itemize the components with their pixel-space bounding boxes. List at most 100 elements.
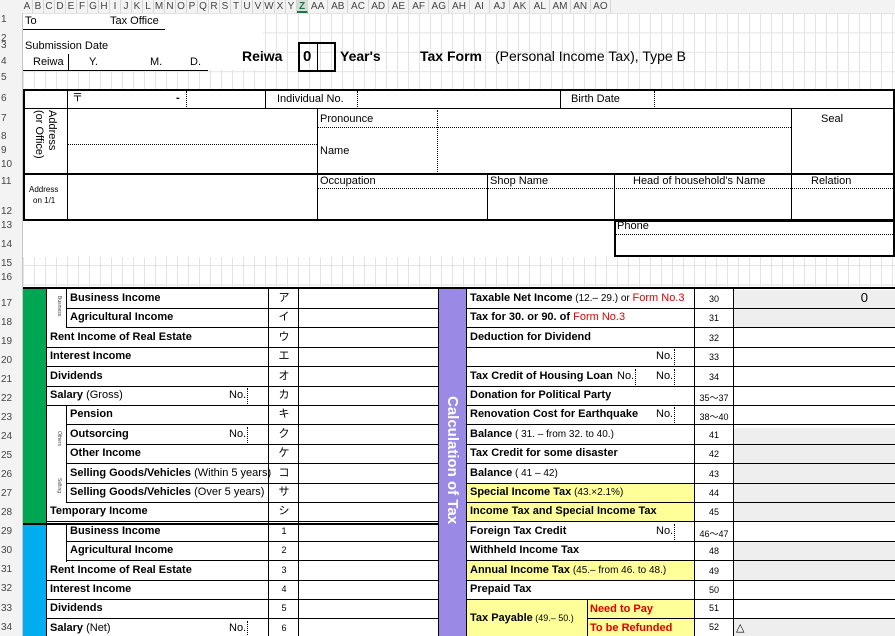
column-v[interactable]: V	[253, 0, 264, 13]
amount-input[interactable]	[299, 484, 437, 501]
row-11[interactable]: 11	[0, 176, 22, 187]
row-13[interactable]: 13	[0, 220, 22, 231]
amount-input[interactable]	[299, 620, 437, 636]
row-10[interactable]: 10	[0, 159, 22, 170]
amount-input[interactable]	[299, 368, 437, 385]
amount-input[interactable]	[299, 329, 437, 346]
row-22[interactable]: 22	[0, 393, 22, 404]
row-3[interactable]: 3	[0, 40, 22, 51]
taxable-income-value[interactable]: 0	[740, 291, 868, 304]
row-9[interactable]: 9	[0, 145, 22, 156]
amount-input[interactable]	[299, 445, 437, 462]
column-c[interactable]: C	[44, 0, 55, 13]
row-14[interactable]: 14	[0, 239, 22, 250]
column-am[interactable]: AM	[550, 0, 571, 13]
column-l[interactable]: L	[143, 0, 154, 13]
column-ae[interactable]: AE	[389, 0, 409, 13]
row-18[interactable]: 18	[0, 317, 22, 328]
no-field[interactable]: No.	[229, 428, 246, 441]
amount-input[interactable]	[299, 290, 437, 307]
row-30[interactable]: 30	[0, 545, 22, 556]
amount-input[interactable]	[299, 406, 437, 423]
row-4[interactable]: 4	[0, 56, 22, 67]
row-29[interactable]: 29	[0, 526, 22, 537]
amount-input[interactable]	[299, 523, 437, 540]
column-ad[interactable]: AD	[369, 0, 389, 13]
column-b[interactable]: B	[33, 0, 44, 13]
no-field[interactable]: No.	[617, 370, 634, 383]
column-w[interactable]: W	[264, 0, 275, 13]
column-q[interactable]: Q	[198, 0, 209, 13]
amount-input[interactable]	[299, 542, 437, 559]
row-15[interactable]: 15	[0, 258, 22, 269]
column-t[interactable]: T	[231, 0, 242, 13]
amount-input[interactable]	[299, 562, 437, 579]
row-26[interactable]: 26	[0, 469, 22, 480]
column-m[interactable]: M	[154, 0, 165, 13]
column-s[interactable]: S	[220, 0, 231, 13]
column-u[interactable]: U	[242, 0, 253, 13]
no-field[interactable]: No.	[656, 350, 673, 363]
row-27[interactable]: 27	[0, 488, 22, 499]
column-x[interactable]: X	[275, 0, 286, 13]
row-16[interactable]: 16	[0, 272, 22, 283]
row-31[interactable]: 31	[0, 564, 22, 575]
row-17[interactable]: 17	[0, 298, 22, 309]
column-ah[interactable]: AH	[449, 0, 470, 13]
row-32[interactable]: 32	[0, 583, 22, 594]
no-field[interactable]: No.	[656, 408, 673, 421]
column-ag[interactable]: AG	[429, 0, 450, 13]
column-y[interactable]: Y	[286, 0, 297, 13]
column-n[interactable]: N	[165, 0, 176, 13]
column-j[interactable]: J	[121, 0, 132, 13]
row-12[interactable]: 12	[0, 206, 22, 217]
column-al[interactable]: AL	[530, 0, 551, 13]
column-aa[interactable]: AA	[308, 0, 329, 13]
row-23[interactable]: 23	[0, 412, 22, 423]
amount-input[interactable]	[299, 600, 437, 617]
row-28[interactable]: 28	[0, 507, 22, 518]
amount-input[interactable]	[299, 348, 437, 365]
no-field[interactable]: No.	[229, 389, 246, 402]
no-field[interactable]: No.	[656, 525, 673, 538]
row-25[interactable]: 25	[0, 450, 22, 461]
no-field[interactable]: No.	[656, 370, 673, 383]
column-ai[interactable]: AI	[470, 0, 490, 13]
column-h[interactable]: H	[99, 0, 110, 13]
column-o[interactable]: O	[176, 0, 187, 13]
row-33[interactable]: 33	[0, 603, 22, 614]
column-ao[interactable]: AO	[591, 0, 611, 13]
amount-input[interactable]	[299, 465, 437, 482]
column-f[interactable]: F	[77, 0, 88, 13]
column-d[interactable]: D	[55, 0, 66, 13]
row-7[interactable]: 7	[0, 113, 22, 124]
amount-input[interactable]	[299, 581, 437, 598]
amount-input[interactable]	[299, 426, 437, 443]
row-24[interactable]: 24	[0, 431, 22, 442]
column-p[interactable]: P	[187, 0, 198, 13]
no-field[interactable]: No.	[229, 622, 246, 635]
row-21[interactable]: 21	[0, 374, 22, 385]
column-e[interactable]: E	[66, 0, 77, 13]
amount-input[interactable]	[299, 387, 437, 404]
column-af[interactable]: AF	[409, 0, 430, 13]
column-k[interactable]: K	[132, 0, 143, 13]
row-6[interactable]: 6	[0, 93, 22, 104]
column-i[interactable]: I	[110, 0, 121, 13]
column-an[interactable]: AN	[571, 0, 591, 13]
amount-input[interactable]	[299, 503, 437, 520]
column-z[interactable]: Z	[297, 0, 308, 13]
row-5[interactable]: 5	[0, 72, 22, 83]
column-g[interactable]: G	[88, 0, 99, 13]
amount-input[interactable]	[299, 309, 437, 326]
column-r[interactable]: R	[209, 0, 220, 13]
column-ak[interactable]: AK	[510, 0, 531, 13]
row-1[interactable]: 1	[0, 14, 22, 25]
phone-box[interactable]	[614, 220, 895, 257]
row-8[interactable]: 8	[0, 131, 22, 142]
row-20[interactable]: 20	[0, 355, 22, 366]
column-aj[interactable]: AJ	[490, 0, 510, 13]
column-a[interactable]: A	[22, 0, 33, 13]
column-ac[interactable]: AC	[348, 0, 369, 13]
column-ab[interactable]: AB	[328, 0, 349, 13]
